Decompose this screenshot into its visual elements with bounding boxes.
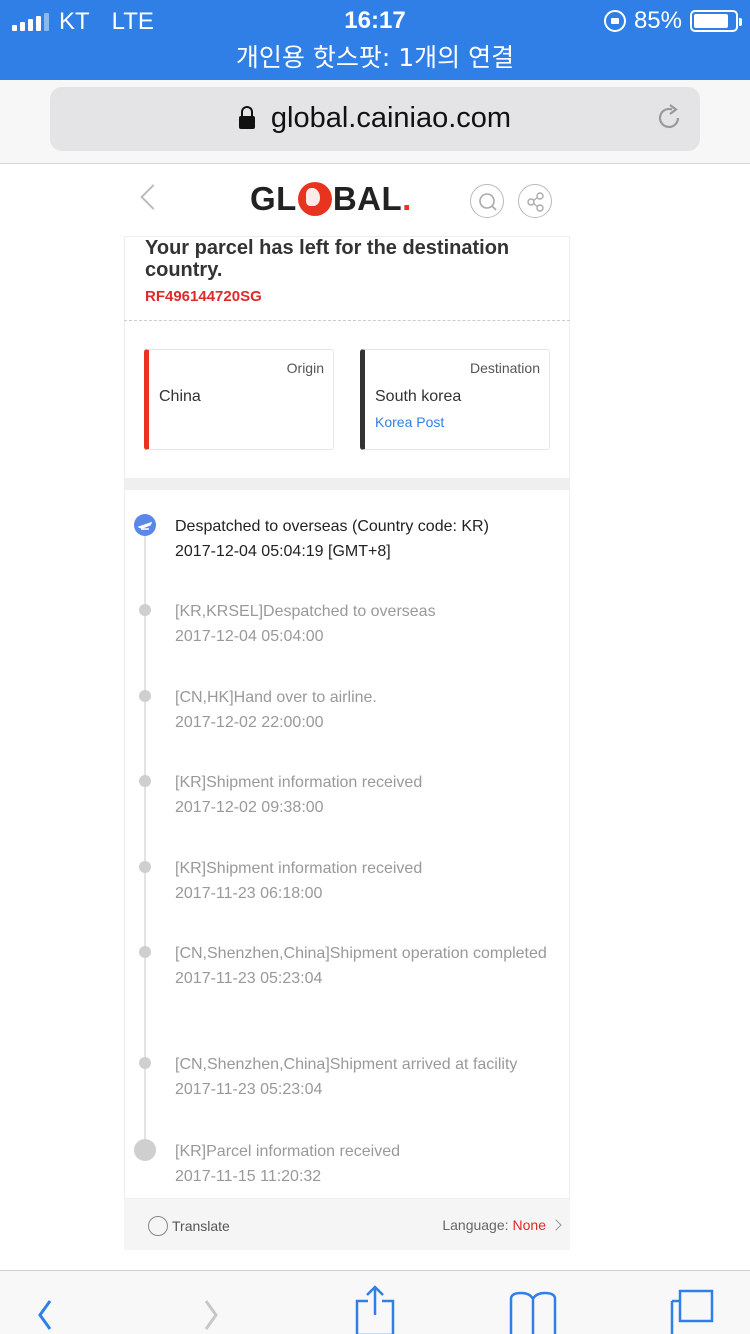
event-time: 2017-12-02 09:38:00 xyxy=(175,799,324,816)
event-description: Despatched to overseas (Country code: KR… xyxy=(175,518,489,535)
timeline-dot xyxy=(139,690,151,702)
share-icon xyxy=(527,192,544,212)
chevron-right-icon xyxy=(550,1219,562,1231)
url-text: global.cainiao.com xyxy=(270,102,512,134)
event-description: [KR]Parcel information received xyxy=(175,1143,400,1160)
destination-label: Destination xyxy=(469,360,540,376)
status-bar: KT LTE 16:17 85% xyxy=(0,0,750,42)
timeline-dot xyxy=(139,861,151,873)
search-icon xyxy=(479,193,497,211)
translate-label: Translate xyxy=(172,1218,230,1234)
event-description: [CN,Shenzhen,China]Shipment operation co… xyxy=(175,945,547,962)
logo-suffix: BAL xyxy=(332,180,403,217)
browser-toolbar xyxy=(0,1270,750,1334)
logo-dot: . xyxy=(402,180,412,217)
tracking-timeline: Despatched to overseas (Country code: KR… xyxy=(124,490,570,1198)
event-time: 2017-12-02 22:00:00 xyxy=(175,714,324,731)
timeline-event: [KR]Shipment information received 2017-1… xyxy=(175,770,555,820)
event-description: [CN,HK]Hand over to airline. xyxy=(175,689,377,706)
destination-country: South korea xyxy=(375,388,462,405)
event-description: [KR]Shipment information received xyxy=(175,860,423,877)
event-time: 2017-11-23 05:23:04 xyxy=(175,970,323,987)
timeline-dot xyxy=(139,604,151,616)
event-time: 2017-11-23 05:23:04 xyxy=(175,1081,323,1098)
timeline-dot xyxy=(139,1057,151,1069)
translate-radio[interactable] xyxy=(148,1216,168,1236)
event-time: 2017-11-15 11:20:32 xyxy=(175,1168,322,1185)
page-footer: Translate Language: None xyxy=(124,1198,570,1250)
destination-card: Destination South korea Korea Post xyxy=(360,349,550,450)
event-description: [KR,KRSEL]Despatched to overseas xyxy=(175,603,436,620)
timeline-event: [CN,HK]Hand over to airline. 2017-12-02 … xyxy=(175,685,555,735)
event-time: 2017-12-04 05:04:00 xyxy=(175,628,324,645)
share-button[interactable] xyxy=(518,184,552,218)
origin-card: Origin China xyxy=(144,349,334,450)
tabs-icon[interactable] xyxy=(666,1285,716,1334)
reload-icon[interactable] xyxy=(654,103,684,133)
battery-percent: 85% xyxy=(633,7,682,34)
timeline-event: [KR,KRSEL]Despatched to overseas 2017-12… xyxy=(175,599,555,649)
tracking-number[interactable]: RF496144720SG xyxy=(145,288,262,305)
share-sheet-icon[interactable] xyxy=(350,1285,400,1334)
section-separator xyxy=(124,478,570,490)
search-button[interactable] xyxy=(470,184,504,218)
back-icon[interactable] xyxy=(140,184,166,210)
timeline-dot xyxy=(139,946,151,958)
rotation-lock-icon xyxy=(603,10,626,32)
url-display[interactable]: global.cainiao.com xyxy=(50,102,700,135)
event-description: [KR]Shipment information received xyxy=(175,774,423,791)
address-bar[interactable]: global.cainiao.com xyxy=(50,87,700,151)
timeline-event: [CN,Shenzhen,China]Shipment arrived at f… xyxy=(175,1052,555,1102)
timeline-dot xyxy=(134,1139,156,1161)
battery-icon xyxy=(690,10,742,32)
language-value: None xyxy=(512,1217,546,1233)
lock-icon xyxy=(238,106,255,129)
parcel-summary: Your parcel has left for the destination… xyxy=(124,236,570,322)
timeline-event: [KR]Parcel information received 2017-11-… xyxy=(175,1139,555,1189)
plane-icon xyxy=(134,514,156,536)
timeline-event: [KR]Shipment information received 2017-1… xyxy=(175,856,555,906)
language-selector[interactable]: Language: None xyxy=(442,1217,562,1233)
status-right: 85% xyxy=(603,7,742,35)
hotspot-banner[interactable]: 개인용 핫스팟: 1개의 연결 xyxy=(0,42,750,80)
divider xyxy=(124,320,570,321)
bookmarks-icon[interactable] xyxy=(508,1285,558,1334)
forward-arrow-icon[interactable] xyxy=(186,1285,236,1334)
destination-carrier-link[interactable]: Korea Post xyxy=(375,414,444,430)
site-header: GL BAL. xyxy=(124,166,570,236)
route-section: Origin China Destination South korea Kor… xyxy=(124,322,570,482)
browser-address-area: global.cainiao.com xyxy=(0,80,750,164)
globe-icon xyxy=(297,182,332,216)
event-time: 2017-12-04 05:04:19 [GMT+8] xyxy=(175,543,391,560)
origin-country: China xyxy=(159,388,201,405)
translate-toggle[interactable]: Translate xyxy=(148,1216,230,1236)
global-logo: GL BAL. xyxy=(250,180,412,218)
timeline-dot xyxy=(139,775,151,787)
logo-prefix: GL xyxy=(250,180,297,217)
timeline-event: [CN,Shenzhen,China]Shipment operation co… xyxy=(175,941,555,991)
event-time: 2017-11-23 06:18:00 xyxy=(175,885,323,902)
back-arrow-icon[interactable] xyxy=(20,1285,70,1334)
origin-label: Origin xyxy=(286,360,324,376)
timeline-event: Despatched to overseas (Country code: KR… xyxy=(175,514,555,564)
parcel-status: Your parcel has left for the destination… xyxy=(145,237,510,281)
event-description: [CN,Shenzhen,China]Shipment arrived at f… xyxy=(175,1056,518,1073)
language-label: Language: xyxy=(442,1217,509,1233)
